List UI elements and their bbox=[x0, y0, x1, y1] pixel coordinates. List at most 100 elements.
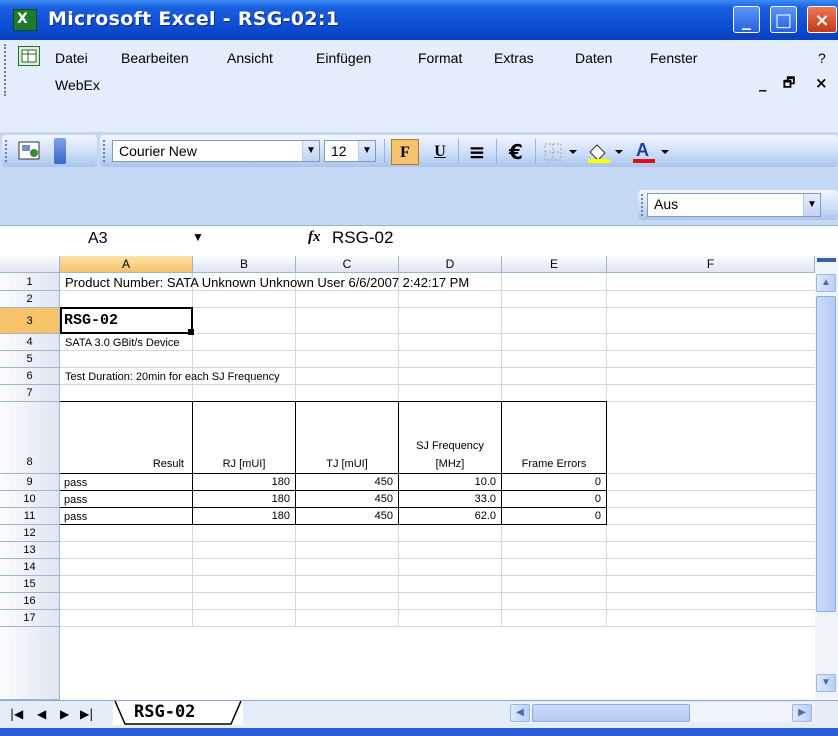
row-header[interactable]: 9 bbox=[0, 474, 60, 491]
scroll-right-button[interactable]: ▶ bbox=[792, 704, 812, 722]
table-cell[interactable]: 0 bbox=[502, 510, 601, 522]
table-cell[interactable]: pass bbox=[64, 511, 87, 523]
cell-a1[interactable]: Product Number: SATA Unknown Unknown Use… bbox=[65, 275, 469, 290]
cell-a6[interactable]: Test Duration: 20min for each SJ Frequen… bbox=[65, 371, 280, 383]
close-button[interactable]: × bbox=[807, 6, 837, 33]
column-header-d[interactable]: D bbox=[399, 256, 502, 273]
menu-datei[interactable]: Datei bbox=[55, 50, 88, 66]
row-header[interactable]: 6 bbox=[0, 368, 60, 385]
menu-extras[interactable]: Extras bbox=[494, 50, 534, 66]
sheet-tab-rsg-02[interactable]: RSG-02 bbox=[113, 701, 243, 725]
fill-handle[interactable] bbox=[188, 329, 194, 335]
column-header-e[interactable]: E bbox=[502, 256, 607, 273]
scroll-down-button[interactable]: ▼ bbox=[816, 674, 836, 692]
scroll-left-button[interactable]: ◀ bbox=[510, 704, 530, 722]
split-box[interactable] bbox=[817, 258, 836, 262]
workbook-minimize-button[interactable]: _ bbox=[759, 74, 767, 92]
chevron-down-icon[interactable]: ▼ bbox=[302, 141, 319, 161]
row-header[interactable]: 10 bbox=[0, 491, 60, 508]
row-header[interactable]: 17 bbox=[0, 610, 60, 627]
row-header[interactable]: 4 bbox=[0, 334, 60, 351]
row-header[interactable]: 16 bbox=[0, 593, 60, 610]
name-box[interactable]: A3 ▼ bbox=[0, 228, 214, 252]
row-header[interactable]: 2 bbox=[0, 291, 60, 308]
cell-a4[interactable]: SATA 3.0 GBit/s Device bbox=[65, 337, 180, 349]
toolbar-options-chevron-icon[interactable] bbox=[54, 138, 66, 164]
menu-einfuegen[interactable]: Einfügen bbox=[316, 50, 371, 66]
row-header[interactable]: 12 bbox=[0, 525, 60, 542]
row-header[interactable]: 3 bbox=[0, 308, 60, 334]
menu-format[interactable]: Format bbox=[418, 50, 462, 66]
center-align-button[interactable]: ≡ bbox=[463, 139, 491, 165]
table-cell[interactable]: 450 bbox=[296, 493, 393, 505]
worksheet-grid[interactable]: A B C D E F 1 2 3 4 5 6 7 8 9 10 11 12 1… bbox=[0, 256, 815, 700]
last-sheet-icon[interactable]: ▶| bbox=[80, 707, 93, 721]
excel-app-icon[interactable]: X bbox=[13, 9, 37, 31]
table-cell[interactable]: 0 bbox=[502, 476, 601, 488]
row-header[interactable]: 14 bbox=[0, 559, 60, 576]
table-cell[interactable]: 62.0 bbox=[399, 510, 496, 522]
select-all-corner[interactable] bbox=[0, 256, 60, 273]
column-header-f[interactable]: F bbox=[607, 256, 815, 273]
workbook-restore-button[interactable]: 🗗 bbox=[783, 74, 795, 96]
table-cell[interactable]: pass bbox=[64, 477, 87, 489]
row-header[interactable]: 1 bbox=[0, 273, 60, 291]
prev-sheet-icon[interactable]: ◀ bbox=[37, 707, 46, 721]
header-sj-line2[interactable]: [MHz] bbox=[399, 458, 501, 470]
menu-ansicht[interactable]: Ansicht bbox=[227, 50, 273, 66]
toolbar-grip[interactable] bbox=[641, 194, 646, 216]
chevron-down-icon[interactable]: ▼ bbox=[192, 230, 204, 244]
fill-color-button[interactable] bbox=[584, 140, 628, 164]
table-cell[interactable]: 180 bbox=[193, 476, 290, 488]
header-rj[interactable]: RJ [mUI] bbox=[193, 458, 295, 470]
workbook-menu-icon[interactable] bbox=[18, 46, 40, 66]
column-header-b[interactable]: B bbox=[193, 256, 296, 273]
table-cell[interactable]: 33.0 bbox=[399, 493, 496, 505]
workbook-close-button[interactable]: × bbox=[815, 74, 828, 92]
hscroll-thumb[interactable] bbox=[532, 704, 690, 722]
first-sheet-icon[interactable]: |◀ bbox=[10, 707, 23, 721]
table-cell[interactable]: 450 bbox=[296, 510, 393, 522]
minimize-button[interactable]: _ bbox=[733, 6, 760, 33]
table-cell[interactable]: 450 bbox=[296, 476, 393, 488]
header-tj[interactable]: TJ [mUI] bbox=[296, 458, 398, 470]
menu-webex[interactable]: WebEx bbox=[55, 77, 100, 93]
column-header-c[interactable]: C bbox=[296, 256, 399, 273]
header-sj-line1[interactable]: SJ Frequency bbox=[399, 440, 501, 452]
horizontal-scrollbar[interactable]: ◀ ▶ bbox=[510, 703, 815, 723]
currency-euro-button[interactable]: € bbox=[502, 139, 530, 165]
table-cell[interactable]: 0 bbox=[502, 493, 601, 505]
column-header-a[interactable]: A bbox=[60, 256, 193, 273]
header-frame-errors[interactable]: Frame Errors bbox=[502, 458, 606, 470]
menubar-grip[interactable] bbox=[4, 44, 9, 96]
vertical-scrollbar[interactable]: ▲ ▼ bbox=[815, 256, 838, 700]
font-color-button[interactable]: A bbox=[630, 140, 674, 164]
table-cell[interactable]: pass bbox=[64, 494, 87, 506]
insert-function-icon[interactable]: fx bbox=[308, 229, 321, 246]
toolbar-grip[interactable] bbox=[5, 140, 10, 162]
font-name-select[interactable]: Courier New ▼ bbox=[112, 140, 320, 162]
maximize-button[interactable]: □ bbox=[770, 6, 797, 33]
row-header[interactable]: 15 bbox=[0, 576, 60, 593]
next-sheet-icon[interactable]: ▶ bbox=[60, 707, 69, 721]
menu-fenster[interactable]: Fenster bbox=[650, 50, 697, 66]
bold-button[interactable]: F bbox=[391, 139, 419, 165]
row-header[interactable]: 11 bbox=[0, 508, 60, 525]
table-cell[interactable]: 180 bbox=[193, 510, 290, 522]
formula-input[interactable]: RSG-02 bbox=[332, 228, 393, 248]
row-header[interactable]: 8 bbox=[0, 402, 60, 474]
header-result[interactable]: Result bbox=[60, 458, 184, 470]
menu-daten[interactable]: Daten bbox=[575, 50, 612, 66]
row-header[interactable]: 13 bbox=[0, 542, 60, 559]
menu-bearbeiten[interactable]: Bearbeiten bbox=[121, 50, 189, 66]
row-header[interactable]: 5 bbox=[0, 351, 60, 368]
chevron-down-icon[interactable]: ▼ bbox=[358, 141, 375, 161]
table-cell[interactable]: 180 bbox=[193, 493, 290, 505]
aus-select[interactable]: Aus ▼ bbox=[647, 193, 821, 217]
toolbar-grip[interactable] bbox=[103, 140, 108, 162]
chevron-down-icon[interactable]: ▼ bbox=[803, 194, 820, 216]
borders-button[interactable] bbox=[542, 141, 582, 163]
menu-help[interactable]: ? bbox=[818, 50, 826, 66]
underline-button[interactable]: U bbox=[427, 139, 453, 165]
scroll-up-button[interactable]: ▲ bbox=[816, 274, 836, 292]
